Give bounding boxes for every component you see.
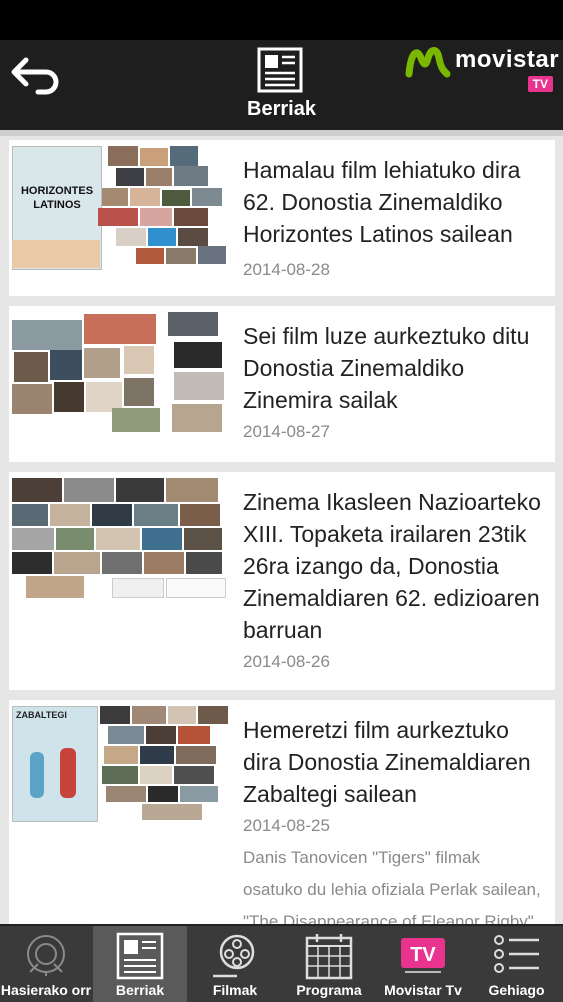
nav-item-programa[interactable]: Programa [282,926,376,1002]
news-thumbnail [12,312,228,436]
more-list-icon [493,935,539,973]
news-title: Hemeretzi film aurkeztuko dira Donostia … [243,717,531,807]
news-date: 2014-08-27 [243,422,330,441]
news-card[interactable]: Zinema Ikasleen Nazioarteko XIII. Topake… [9,472,555,690]
poster-title: HORIZONTES LATINOS [20,185,94,211]
app-header: Berriak movistar TV [0,40,563,136]
news-thumbnail [12,478,228,602]
calendar-icon [305,934,353,980]
newspaper-icon [116,932,164,980]
nav-item-filmak[interactable]: Filmak [188,926,282,1002]
news-date: 2014-08-28 [243,260,330,279]
nav-item-gehiago[interactable]: Gehiago [470,926,563,1002]
svg-text:TV: TV [410,944,436,966]
news-date: 2014-08-25 [243,816,330,835]
newspaper-icon [257,47,303,93]
news-thumbnail: ZABALTEGI [12,706,228,822]
nav-label: Programa [296,982,362,998]
movistar-m-icon [405,47,451,78]
brand-name: movistar [455,46,560,73]
tv-badge-icon: TV [401,938,445,973]
news-card[interactable]: Sei film luze aurkeztuko ditu Donostia Z… [9,306,555,462]
nav-item-movistar-tv[interactable]: TV Movistar Tv [376,926,470,1002]
news-excerpt: Danis Tanovicen "Tigers" filmak osatuko … [243,848,541,924]
bottom-navigation: Hasierako orr Berriak Filmak Programa TV… [0,924,563,1002]
news-title: Zinema Ikasleen Nazioarteko XIII. Topake… [243,489,541,643]
film-reel-icon [213,934,255,978]
news-thumbnail: HORIZONTES LATINOS [12,146,228,270]
status-bar [0,0,563,40]
nav-label: Hasierako orr [0,982,92,998]
news-card[interactable]: HORIZONTES LATINOS Hamalau film lehiatuk… [9,140,555,296]
nav-item-home[interactable]: Hasierako orr [0,926,92,1002]
tv-badge: TV [527,76,553,92]
news-date: 2014-08-26 [243,652,330,671]
back-arrow-icon[interactable] [8,54,60,96]
news-title: Sei film luze aurkeztuko ditu Donostia Z… [243,323,530,413]
page-title: Berriak [247,98,316,120]
nav-label: Berriak [115,982,165,998]
nav-label: Filmak [212,982,258,998]
movistar-logo: movistar TV [405,44,559,100]
news-list: HORIZONTES LATINOS Hamalau film lehiatuk… [0,136,563,924]
poster-title: ZABALTEGI [16,710,67,720]
nav-item-berriak[interactable]: Berriak [93,926,187,1002]
news-card[interactable]: ZABALTEGI Hemeretzi film aurkeztuko dira… [9,700,555,924]
nav-label: Movistar Tv [384,982,462,998]
nav-label: Gehiago [488,982,545,998]
news-title: Hamalau film lehiatuko dira 62. Donostia… [243,157,521,247]
festival-emblem-icon [27,935,65,976]
